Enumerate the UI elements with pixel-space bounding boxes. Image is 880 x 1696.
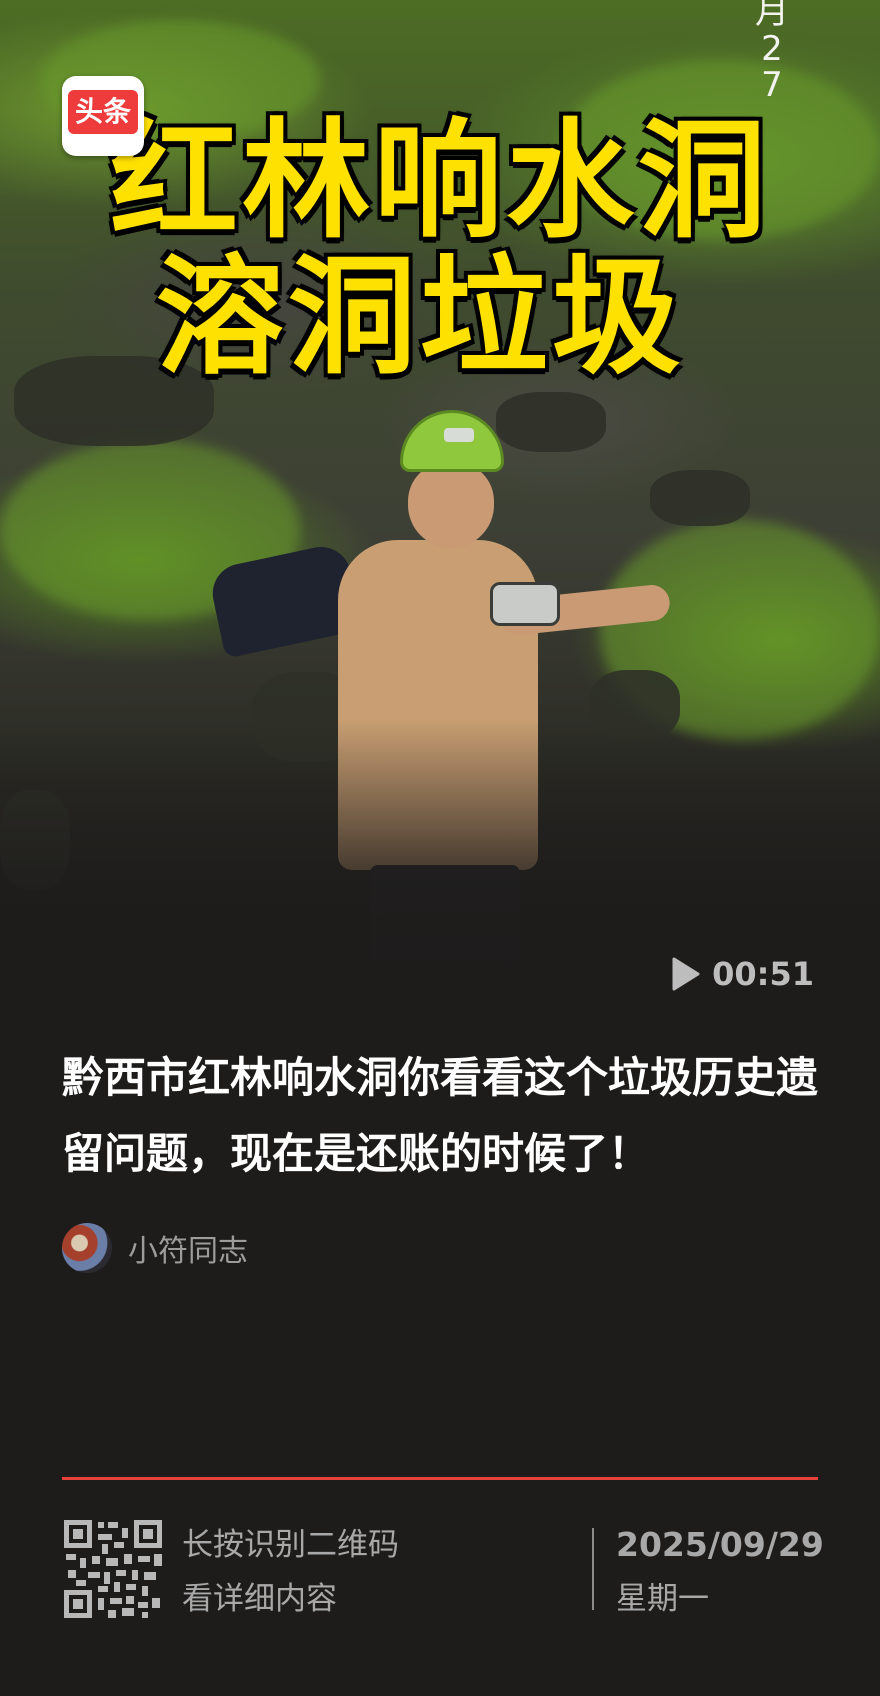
qr-hint-line1: 长按识别二维码 xyxy=(182,1527,399,1563)
author-name[interactable]: 小符同志 xyxy=(128,1226,248,1270)
publish-weekday: 星期一 xyxy=(616,1581,709,1617)
rock xyxy=(650,470,750,526)
app-logo-label: 头条 xyxy=(68,90,138,134)
qr-hint: 长按识别二维码 看详细内容 xyxy=(182,1518,399,1626)
face xyxy=(408,462,494,548)
play-icon[interactable] xyxy=(672,957,700,991)
qr-code-graphic xyxy=(62,1518,164,1620)
divider xyxy=(62,1477,818,1480)
headlamp xyxy=(444,428,474,442)
qr-code-icon[interactable] xyxy=(62,1518,164,1620)
author-row[interactable]: 小符同志 xyxy=(62,1222,248,1274)
video-duration[interactable]: 00:51 xyxy=(672,952,814,996)
footer-separator xyxy=(592,1528,594,1610)
app-logo: 头条 xyxy=(62,76,144,156)
date-watermark: 月27 xyxy=(755,0,789,106)
article-headline[interactable]: 黔西市红林响水洞你看看这个垃圾历史遗留问题，现在是还账的时候了！ xyxy=(62,1040,822,1192)
video-cover[interactable]: 月27 红林响水洞 溶洞垃圾 头条 xyxy=(0,0,880,980)
drone-controller xyxy=(490,582,560,626)
share-card: 月27 红林响水洞 溶洞垃圾 头条 00:51 黔西市红林响水洞你看看这个垃圾历… xyxy=(0,0,880,1696)
avatar[interactable] xyxy=(62,1223,112,1273)
qr-hint-line2: 看详细内容 xyxy=(182,1581,337,1617)
cover-fade xyxy=(0,720,880,980)
cover-title-line2: 溶洞垃圾 xyxy=(155,243,684,392)
duration-text: 00:51 xyxy=(712,955,814,993)
publish-date: 2025/09/29 xyxy=(616,1525,824,1564)
